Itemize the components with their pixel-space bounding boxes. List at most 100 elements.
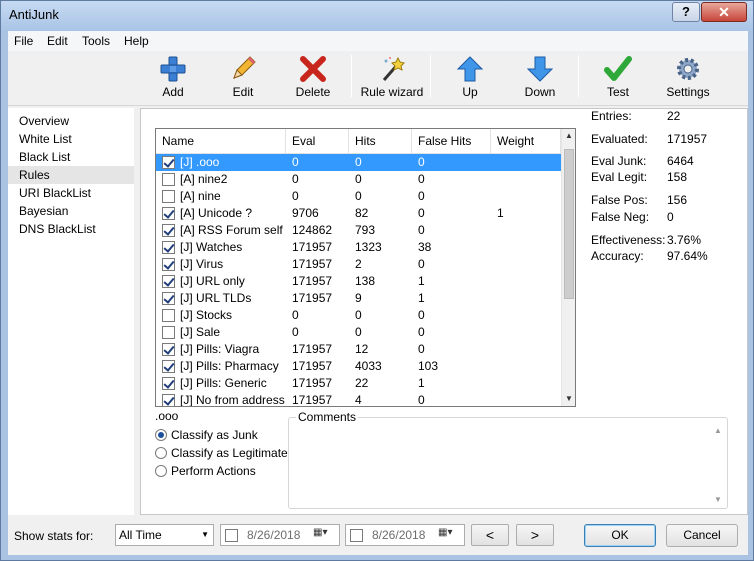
rule-enabled-checkbox[interactable] [162,156,175,169]
table-row[interactable]: [J] Pills: Viagra 171957 12 0 [156,341,561,358]
table-row[interactable]: [A] nine2 0 0 0 [156,171,561,188]
menu-edit[interactable]: Edit [47,34,68,48]
scroll-up-icon[interactable]: ▲ [562,129,575,143]
period-select[interactable]: All Time ▼ [115,524,214,546]
rule-enabled-checkbox[interactable] [162,326,175,339]
comments-textarea[interactable] [291,424,725,506]
rule-wizard-button[interactable]: Rule wizard [358,53,426,103]
col-hits[interactable]: Hits [349,129,412,154]
calendar-icon[interactable]: ▦▾ [438,527,462,543]
rule-enabled-checkbox[interactable] [162,377,175,390]
table-row[interactable]: [J] No from address 171957 4 0 [156,392,561,406]
col-name[interactable]: Name [156,129,286,154]
cell-hits: 12 [355,342,369,356]
table-row[interactable]: [J] URL only 171957 138 1 [156,273,561,290]
sidebar-item-overview[interactable]: Overview [8,112,134,130]
settings-button[interactable]: Settings [660,53,716,103]
stat-label: False Neg: [591,210,650,224]
cell-false-hits: 0 [418,342,425,356]
scroll-thumb[interactable] [564,149,574,299]
sidebar-item-bayesian[interactable]: Bayesian [8,202,134,220]
down-button[interactable]: Down [515,53,565,103]
radio-icon[interactable] [155,447,167,459]
table-row[interactable]: [J] .ooo 0 0 0 [156,154,561,171]
cell-hits: 4033 [355,359,382,373]
date-to-checkbox[interactable] [350,529,363,542]
col-false-hits[interactable]: False Hits [412,129,491,154]
date-to-picker[interactable]: 8/26/2018 ▦▾ [345,524,465,546]
cancel-button[interactable]: Cancel [666,524,738,547]
rule-enabled-checkbox[interactable] [162,190,175,203]
stat-label: Entries: [591,109,632,123]
checkmark-icon [604,56,632,81]
sidebar-item-white-list[interactable]: White List [8,130,134,148]
rule-enabled-checkbox[interactable] [162,224,175,237]
help-button[interactable]: ? [672,2,700,22]
cell-hits: 0 [355,189,362,203]
menu-tools[interactable]: Tools [82,34,110,48]
menu-help[interactable]: Help [124,34,149,48]
scroll-down-icon[interactable]: ▼ [711,495,725,504]
radio-icon[interactable] [155,429,167,441]
up-button[interactable]: Up [445,53,495,103]
scroll-up-icon[interactable]: ▲ [711,426,725,435]
show-stats-label: Show stats for: [14,529,94,543]
rule-enabled-checkbox[interactable] [162,207,175,220]
rule-enabled-checkbox[interactable] [162,275,175,288]
table-row[interactable]: [J] Virus 171957 2 0 [156,256,561,273]
cell-name: [J] Sale [180,325,221,339]
table-row[interactable]: [J] Pills: Generic 171957 22 1 [156,375,561,392]
date-from-checkbox[interactable] [225,529,238,542]
sidebar-item-dns-blacklist[interactable]: DNS BlackList [8,220,134,238]
menu-file[interactable]: File [14,34,33,48]
rule-enabled-checkbox[interactable] [162,173,175,186]
table-row[interactable]: [A] RSS Forum self 124862 793 0 [156,222,561,239]
cell-name: [J] URL TLDs [180,291,252,305]
comments-group: Comments ▲ ▼ [288,410,728,509]
rule-enabled-checkbox[interactable] [162,343,175,356]
table-row[interactable]: [J] Watches 171957 1323 38 [156,239,561,256]
title-bar[interactable]: AntiJunk ? ✕ [1,1,753,31]
table-row[interactable]: [A] Unicode ? 9706 82 0 1 [156,205,561,222]
table-row[interactable]: [A] nine 0 0 0 [156,188,561,205]
edit-button[interactable]: Edit [218,53,268,103]
table-row[interactable]: [J] Pills: Pharmacy 171957 4033 103 [156,358,561,375]
rule-enabled-checkbox[interactable] [162,292,175,305]
delete-button[interactable]: Delete [288,53,338,103]
col-weight[interactable]: Weight [491,129,561,154]
table-row[interactable]: [J] URL TLDs 171957 9 1 [156,290,561,307]
test-button[interactable]: Test [593,53,643,103]
sidebar-item-uri-blacklist[interactable]: URI BlackList [8,184,134,202]
col-eval[interactable]: Eval [286,129,349,154]
rules-table: Name Eval Hits False Hits Weight [J] .oo… [155,128,576,407]
previous-button[interactable]: < [471,524,509,546]
rule-enabled-checkbox[interactable] [162,309,175,322]
stat-value: 3.76% [667,233,702,247]
stats-panel: Entries: 22 Evaluated: 171957 Eval Junk:… [585,109,745,279]
cell-name: [A] Unicode ? [180,206,253,220]
sidebar-item-black-list[interactable]: Black List [8,148,134,166]
sidebar-item-rules[interactable]: Rules [8,166,134,184]
cell-false-hits: 0 [418,189,425,203]
table-row[interactable]: [J] Sale 0 0 0 [156,324,561,341]
comments-legend: Comments [296,410,359,424]
cell-false-hits: 1 [418,274,425,288]
toolbar-separator [351,55,352,97]
comments-scrollbar[interactable]: ▲ ▼ [711,424,725,506]
rule-enabled-checkbox[interactable] [162,241,175,254]
calendar-icon[interactable]: ▦▾ [313,527,337,543]
rule-enabled-checkbox[interactable] [162,360,175,373]
cell-name: [J] No from address [180,393,285,406]
next-button[interactable]: > [516,524,554,546]
add-button[interactable]: Add [148,53,198,103]
scroll-down-icon[interactable]: ▼ [562,392,575,406]
stat-label: Evaluated: [591,132,648,146]
rule-enabled-checkbox[interactable] [162,258,175,271]
radio-icon[interactable] [155,465,167,477]
table-row[interactable]: [J] Stocks 0 0 0 [156,307,561,324]
close-button[interactable]: ✕ [701,2,747,22]
rule-enabled-checkbox[interactable] [162,394,175,406]
table-scrollbar[interactable]: ▲ ▼ [561,129,575,406]
ok-button[interactable]: OK [584,524,656,547]
date-from-picker[interactable]: 8/26/2018 ▦▾ [220,524,340,546]
